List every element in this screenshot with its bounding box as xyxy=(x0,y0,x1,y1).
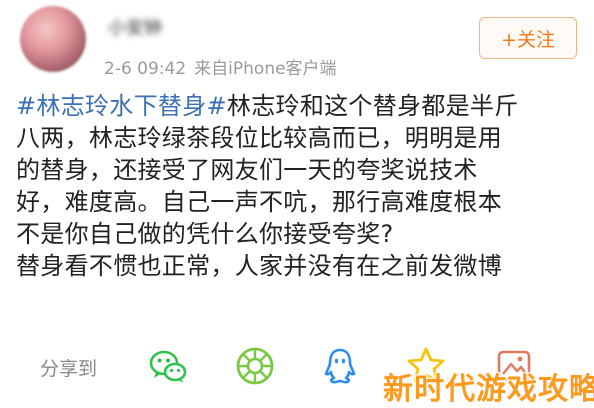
qq-icon[interactable] xyxy=(320,346,360,386)
content-line: 的替身，还接受了网友们一天的夸奖说技术 xyxy=(16,156,478,184)
post-meta: 2-6 09:42 来自iPhone客户端 xyxy=(104,54,337,79)
content-line: 不是你自己做的凭什么你接受夸奖? xyxy=(16,220,394,248)
user-avatar[interactable] xyxy=(20,6,86,72)
post-header: 小安钟 2-6 09:42 来自iPhone客户端 +关注 xyxy=(0,0,594,90)
username[interactable]: 小安钟 xyxy=(108,14,168,38)
moments-icon[interactable] xyxy=(235,346,275,386)
post-timestamp: 2-6 09:42 xyxy=(104,59,187,79)
watermark-text: 新时代游戏攻略 xyxy=(383,372,594,407)
post-source: 来自iPhone客户端 xyxy=(194,59,337,79)
content-line: 八两，林志玲绿茶段位比较高而已，明明是用 xyxy=(16,124,502,152)
content-line: #林志玲水下替身#林志玲和这个替身都是半斤 xyxy=(16,90,586,122)
hashtag-link[interactable]: #林志玲水下替身# xyxy=(16,92,227,120)
content-line: 替身看不惯也正常，人家并没有在之前发微博 xyxy=(16,252,502,280)
share-label: 分享到 xyxy=(40,358,98,380)
post-content: #林志玲水下替身#林志玲和这个替身都是半斤 八两，林志玲绿茶段位比较高而已，明明… xyxy=(16,90,586,282)
content-text: 林志玲和这个替身都是半斤 xyxy=(226,92,519,120)
follow-button[interactable]: +关注 xyxy=(479,17,577,59)
wechat-icon[interactable] xyxy=(148,346,188,386)
content-line: 好，难度高。自己一声不吭，那行高难度根本 xyxy=(16,188,502,216)
